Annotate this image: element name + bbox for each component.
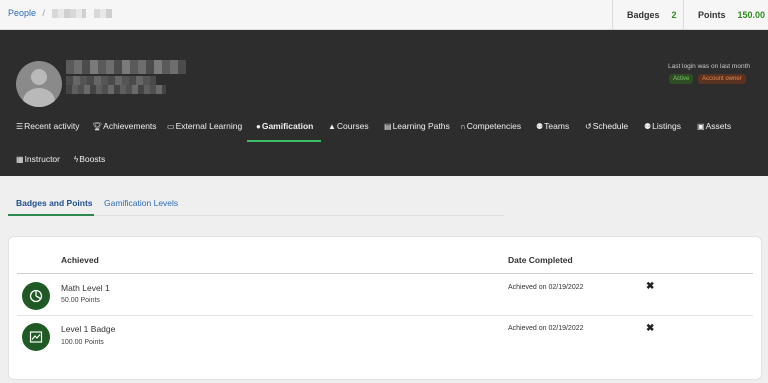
badge-points: 50.00 Points (61, 297, 100, 304)
nav-label: Teams (544, 121, 570, 131)
column-header-date-completed: Date Completed (508, 255, 573, 265)
points-stat: Points 150.00 (683, 0, 768, 29)
points-value: 150.00 (737, 9, 766, 20)
remove-badge-button[interactable]: ✖ (646, 281, 654, 292)
nav-learning-paths[interactable]: ▤ Learning Paths (384, 121, 450, 131)
badge-title: Math Level 1 (61, 283, 110, 293)
header-divider (17, 273, 753, 274)
badges-value: 2 (671, 9, 677, 20)
badges-label: Badges (627, 9, 660, 20)
nav-label: Achievements (103, 121, 157, 131)
nav-boosts[interactable]: ϟ Boosts (74, 154, 105, 164)
nav-label: Learning Paths (392, 121, 450, 131)
nav-active-indicator (247, 140, 321, 142)
book-icon: ▤ (384, 121, 392, 131)
laptop-icon: ▭ (167, 121, 175, 131)
sub-tabs: Badges and Points Gamification Levels (0, 176, 768, 216)
top-bar: People / Badges 2 Points 150.00 (0, 0, 768, 30)
line-chart-icon (29, 331, 43, 343)
nav-label: External Learning (175, 121, 243, 131)
bolt-icon: ϟ (74, 154, 79, 164)
breadcrumb-redacted-name (51, 9, 86, 19)
active-tab-underline (8, 214, 94, 216)
badge-title: Level 1 Badge (61, 324, 116, 334)
redacted-user-name (66, 60, 186, 74)
row-divider (17, 315, 753, 316)
nav-label: Instructor (24, 154, 60, 164)
history-icon: ↺ (585, 121, 592, 131)
graduation-cap-icon: ▲ (328, 121, 336, 131)
tab-badges-and-points[interactable]: Badges and Points (16, 198, 93, 208)
nav-recent-activity[interactable]: ☰ Recent activity (16, 121, 79, 131)
badge-points: 100.00 Points (61, 339, 104, 346)
profile-header: Last login was on last month Active Acco… (0, 30, 768, 176)
list-icon: ☰ (16, 121, 24, 131)
nav-achievements[interactable]: 🏆︎ Achievements (92, 121, 157, 131)
badges-card: Achieved Date Completed Math Level 1 50.… (8, 236, 762, 380)
nav-schedule[interactable]: ↺ Schedule (585, 121, 628, 131)
trophy-icon: 🏆︎ (92, 121, 103, 131)
nav-external-learning[interactable]: ▭ External Learning (167, 121, 242, 131)
column-header-achieved: Achieved (61, 255, 99, 265)
badges-stat: Badges 2 (612, 0, 682, 29)
nav-label: Boosts (79, 154, 106, 164)
nav-instructor[interactable]: ▦ Instructor (16, 154, 60, 164)
nav-label: Courses (336, 121, 369, 131)
redacted-user-name-line2 (66, 76, 156, 85)
account-owner-badge: Account owner (698, 74, 746, 84)
nav-label: Competencies (466, 121, 522, 131)
breadcrumb-people-link[interactable]: People (8, 8, 36, 18)
tab-gamification-levels[interactable]: Gamification Levels (104, 198, 178, 208)
nav-label: Listings (652, 121, 681, 131)
last-login-text: Last login was on last month (667, 63, 750, 70)
nav-courses[interactable]: ▲ Courses (328, 121, 369, 131)
nav-teams[interactable]: ⚉ Teams (536, 121, 569, 131)
users-icon: ⚉ (536, 121, 544, 131)
active-status-badge: Active (669, 74, 694, 84)
badge-icon-circle (22, 323, 50, 351)
points-label: Points (698, 9, 726, 20)
nav-label: Assets (705, 121, 732, 131)
breadcrumb-redacted-extra (94, 9, 113, 19)
brain-icon: ∩ (460, 121, 466, 131)
nav-label: Schedule (592, 121, 629, 131)
nav-listings[interactable]: ⚉ Listings (644, 121, 681, 131)
puzzle-icon: ● (256, 121, 261, 131)
remove-badge-button[interactable]: ✖ (646, 323, 654, 334)
avatar (16, 61, 62, 107)
users-icon: ⚉ (644, 121, 652, 131)
pie-chart-icon (29, 289, 43, 303)
breadcrumb: People / (8, 8, 113, 19)
nav-assets[interactable]: ▣ Assets (697, 121, 731, 131)
badge-date: Achieved on 02/19/2022 (508, 284, 584, 291)
nav-gamification[interactable]: ● Gamification (256, 121, 313, 131)
nav-competencies[interactable]: ∩ Competencies (460, 121, 521, 131)
file-icon: ▣ (697, 121, 705, 131)
badge-icon-circle (22, 282, 50, 310)
nav-label: Gamification (261, 121, 314, 131)
calendar-icon: ▦ (16, 154, 24, 164)
breadcrumb-separator: / (42, 8, 46, 18)
badge-date: Achieved on 02/19/2022 (508, 325, 584, 332)
redacted-user-details (66, 85, 166, 94)
nav-label: Recent activity (24, 121, 80, 131)
